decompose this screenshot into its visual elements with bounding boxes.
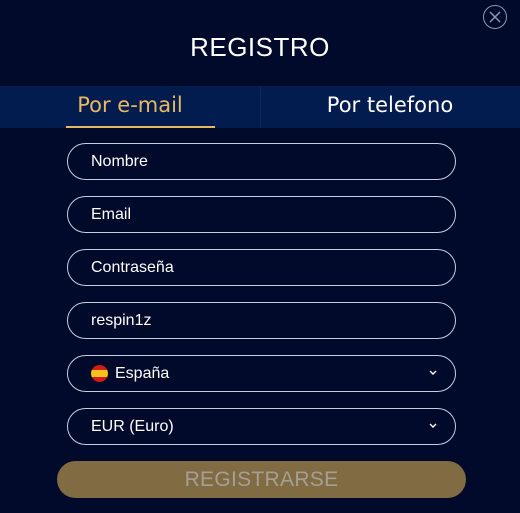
email-field[interactable]: Email <box>67 196 456 233</box>
chevron-down-icon <box>429 370 437 375</box>
promo-code-value: respin1z <box>91 311 152 329</box>
country-value: España <box>115 364 170 382</box>
close-button[interactable] <box>483 5 507 29</box>
tab-bar: Por e-mail Por telefono <box>0 86 520 128</box>
chevron-down-icon <box>429 423 437 428</box>
close-icon <box>489 11 501 23</box>
tab-divider <box>260 86 261 128</box>
spain-flag-icon <box>91 365 108 382</box>
currency-value: EUR (Euro) <box>91 417 174 435</box>
tab-email[interactable]: Por e-mail <box>0 86 260 128</box>
modal-title: REGISTRO <box>190 32 330 62</box>
password-placeholder: Contraseña <box>91 258 174 276</box>
name-field[interactable]: Nombre <box>67 143 456 180</box>
country-select[interactable]: España <box>67 355 456 392</box>
name-placeholder: Nombre <box>91 152 148 170</box>
password-field[interactable]: Contraseña <box>67 249 456 286</box>
email-placeholder: Email <box>91 205 132 223</box>
tab-phone[interactable]: Por telefono <box>260 86 520 128</box>
register-button[interactable]: REGISTRARSE <box>57 461 466 498</box>
promo-code-field[interactable]: respin1z <box>67 302 456 339</box>
currency-select[interactable]: EUR (Euro) <box>67 408 456 445</box>
